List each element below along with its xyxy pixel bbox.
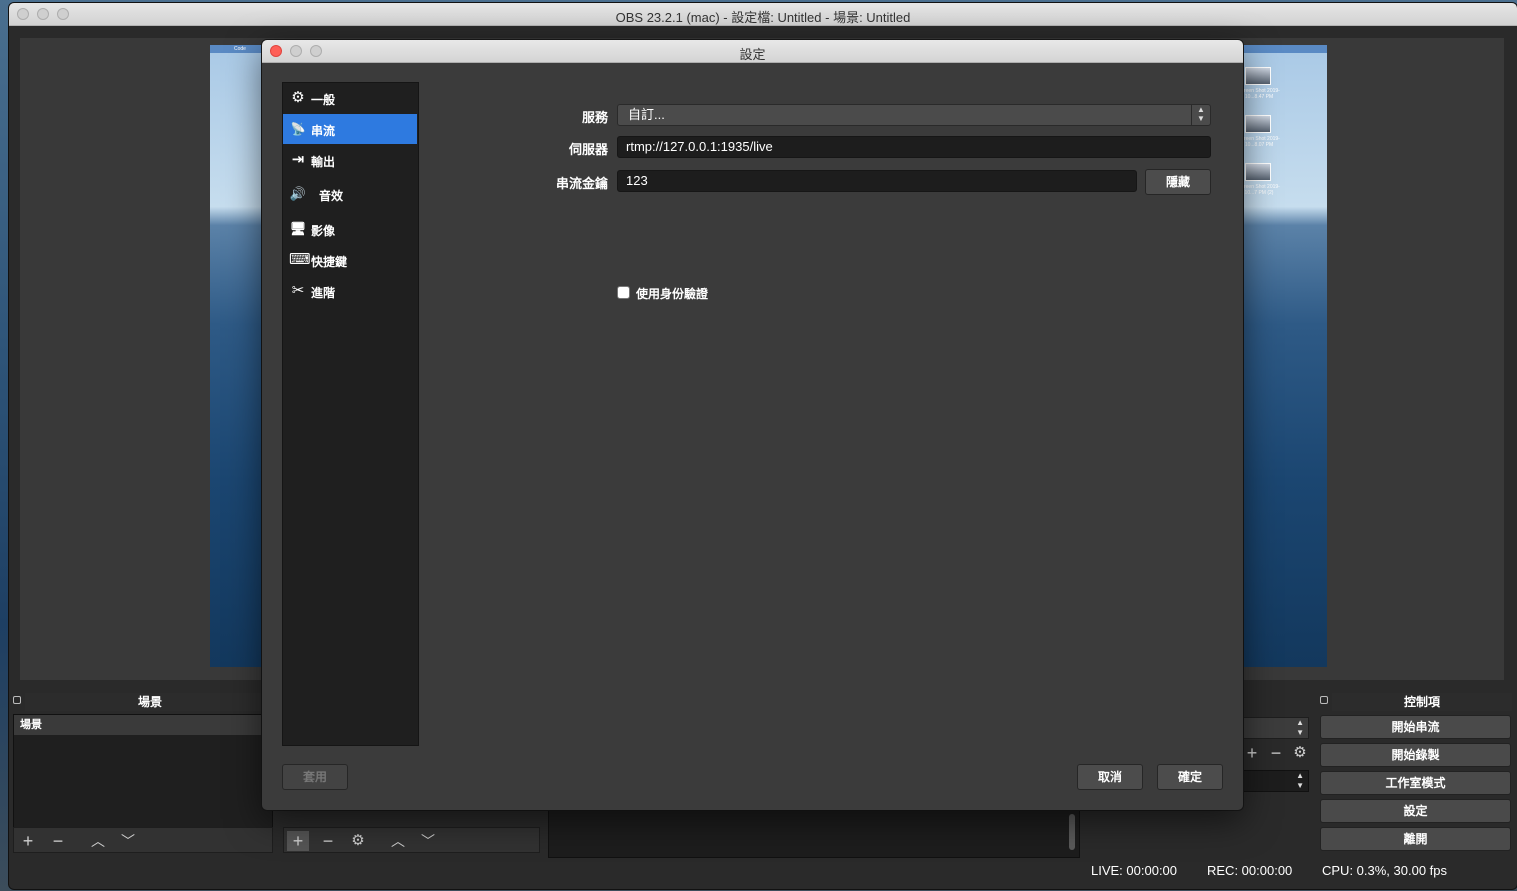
service-label: 服務	[581, 110, 608, 125]
dock-float-icon[interactable]	[1320, 696, 1328, 704]
main-titlebar: OBS 23.2.1 (mac) - 設定檔: Untitled - 場景: U…	[9, 3, 1517, 26]
scenes-dock-title: 場景	[25, 693, 275, 711]
move-source-down-button[interactable]: ﹀	[417, 831, 439, 851]
use-auth-checkbox[interactable]	[617, 286, 630, 299]
sidebar-item-label: 輸出	[311, 155, 336, 169]
speaker-icon: 🔊	[289, 186, 307, 201]
sidebar-item-hotkeys[interactable]: ⌨ 快捷鍵	[283, 245, 417, 275]
sidebar-item-stream[interactable]: 📡 串流	[283, 114, 417, 144]
broadcast-icon: 📡	[290, 122, 306, 136]
add-scene-button[interactable]: +	[17, 831, 39, 851]
preview-file-icon	[1245, 115, 1271, 133]
sidebar-item-label: 進階	[311, 286, 336, 300]
list-item[interactable]: 場景	[14, 715, 272, 735]
sidebar-item-label: 一般	[311, 93, 336, 107]
start-streaming-button[interactable]: 開始串流	[1320, 715, 1511, 739]
preview-file-icon	[1245, 67, 1271, 85]
live-status: LIVE: 00:00:00	[1091, 863, 1178, 878]
stepper-icon[interactable]: ▲ ▼	[1296, 771, 1304, 791]
scenes-toolbar: + − ︿ ﹀	[13, 827, 273, 853]
stream-key-label: 串流金鑰	[555, 176, 608, 191]
apply-button[interactable]: 套用	[282, 764, 348, 790]
service-value: 自訂...	[628, 107, 665, 122]
hide-key-button[interactable]: 隱藏	[1145, 169, 1211, 195]
server-label: 伺服器	[568, 142, 608, 157]
tools-icon: ✂	[291, 282, 305, 299]
sidebar-item-video[interactable]: 🖥 影像	[283, 214, 417, 244]
service-select[interactable]: 自訂... ▲ ▼	[617, 104, 1211, 126]
studio-mode-button[interactable]: 工作室模式	[1320, 771, 1511, 795]
settings-titlebar: 設定	[262, 40, 1243, 63]
stream-key-field[interactable]: 123	[617, 170, 1137, 192]
sidebar-item-audio[interactable]: 🔊 音效	[283, 179, 417, 209]
transition-settings-icon[interactable]: ⚙	[1289, 743, 1311, 763]
controls-dock-title: 控制項	[1332, 693, 1512, 711]
server-field[interactable]: rtmp://127.0.0.1:1935/live	[617, 136, 1211, 158]
ok-button[interactable]: 確定	[1157, 764, 1223, 790]
exit-button[interactable]: 離開	[1320, 827, 1511, 851]
preview-menubar-text: Code	[234, 46, 246, 52]
sidebar-item-advanced[interactable]: ✂ 進階	[283, 276, 417, 306]
sidebar-item-output[interactable]: ⇥ 輸出	[283, 145, 417, 175]
keyboard-icon: ⌨	[289, 251, 311, 268]
sidebar-item-label: 快捷鍵	[311, 255, 348, 269]
main-window-title: OBS 23.2.1 (mac) - 設定檔: Untitled - 場景: U…	[615, 10, 911, 25]
transition-select[interactable]: ▲ ▼	[1241, 717, 1309, 739]
settings-sidebar: ⚙ 一般 📡 串流 ⇥ 輸出 🔊 音效 🖥 影像 ⌨ 快捷鍵 ✂ 進階	[282, 82, 419, 746]
add-transition-button[interactable]: +	[1241, 743, 1263, 763]
sidebar-item-label: 音效	[319, 189, 344, 203]
gear-icon: ⚙	[291, 89, 305, 106]
sidebar-item-label: 影像	[311, 224, 336, 238]
rec-status: REC: 00:00:00	[1207, 863, 1293, 878]
remove-source-button[interactable]: −	[317, 831, 339, 851]
monitor-icon: 🖥	[289, 221, 307, 236]
output-icon: ⇥	[291, 151, 305, 168]
dock-float-icon[interactable]	[13, 696, 21, 704]
chevron-updown-icon: ▲ ▼	[1191, 105, 1210, 125]
chevron-updown-icon: ▲ ▼	[1296, 718, 1304, 737]
settings-dialog: 設定 ⚙ 一般 📡 串流 ⇥ 輸出 🔊 音效 🖥 影像 ⌨ 快捷鍵 ✂ 進階 服…	[262, 40, 1243, 810]
cancel-button[interactable]: 取消	[1077, 764, 1143, 790]
move-scene-down-button[interactable]: ﹀	[117, 831, 139, 851]
sources-toolbar: + − ⚙ ︿ ﹀	[283, 827, 540, 853]
use-auth-label: 使用身份驗證	[636, 287, 709, 301]
remove-scene-button[interactable]: −	[47, 831, 69, 851]
sidebar-item-general[interactable]: ⚙ 一般	[283, 83, 417, 113]
mixer-scrollbar[interactable]	[1069, 814, 1075, 850]
settings-button[interactable]: 設定	[1320, 799, 1511, 823]
remove-transition-button[interactable]: −	[1265, 743, 1287, 763]
sidebar-item-label: 串流	[311, 124, 336, 138]
move-source-up-button[interactable]: ︿	[387, 831, 409, 851]
settings-title: 設定	[739, 47, 766, 62]
preview-file-icon	[1245, 163, 1271, 181]
cpu-status: CPU: 0.3%, 30.00 fps	[1322, 863, 1448, 878]
source-settings-icon[interactable]: ⚙	[347, 831, 369, 851]
move-scene-up-button[interactable]: ︿	[87, 831, 109, 851]
scenes-list[interactable]: 場景	[13, 714, 273, 828]
transition-duration-field[interactable]: ▲ ▼	[1241, 770, 1309, 792]
start-recording-button[interactable]: 開始錄製	[1320, 743, 1511, 767]
audio-mixer	[548, 809, 1080, 858]
add-source-button[interactable]: +	[287, 831, 309, 851]
